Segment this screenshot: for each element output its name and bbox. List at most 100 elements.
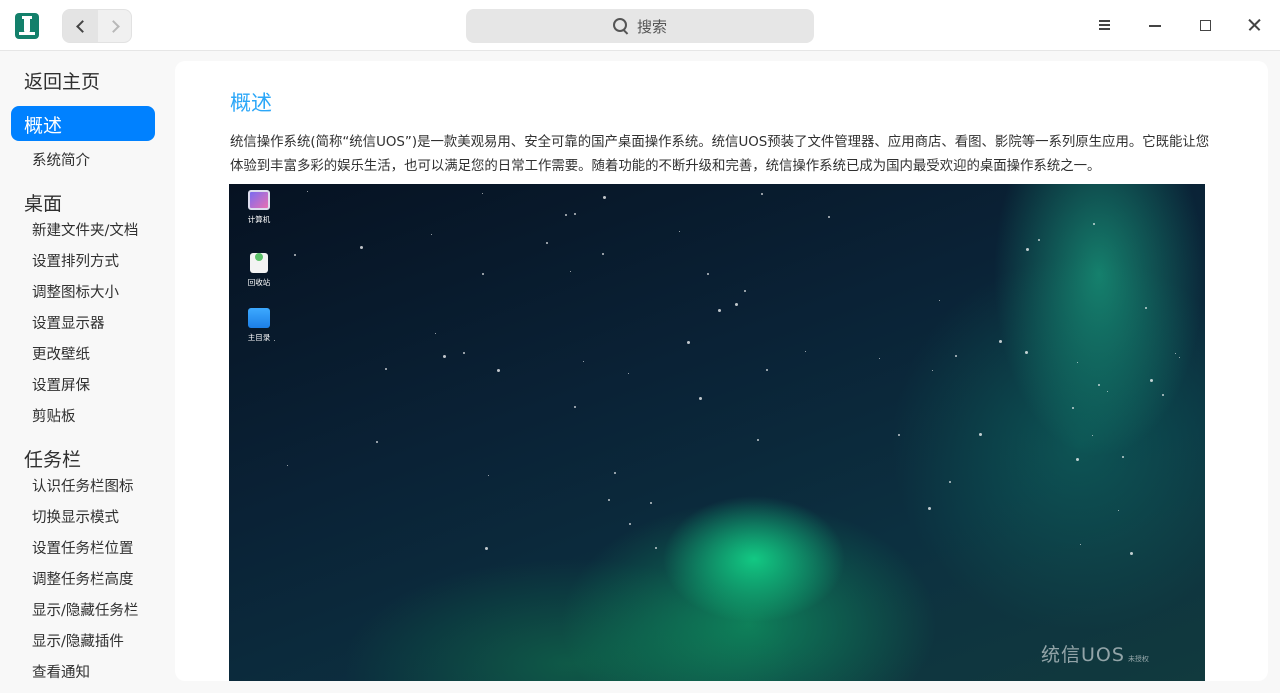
star [1072, 407, 1074, 409]
search-box[interactable]: 搜索 [466, 9, 814, 43]
star [655, 547, 657, 549]
sidebar-item-2[interactable]: 新建文件夹/文档 [32, 219, 138, 240]
desktop-icon-computer: 计算机 [239, 190, 279, 225]
star [1175, 353, 1176, 354]
uos-watermark: 统信UOS 未授权 [1041, 640, 1149, 667]
chevron-right-icon [107, 19, 120, 33]
star [463, 352, 465, 354]
maximize-icon[interactable] [1193, 13, 1217, 37]
title-bar: 搜索 [0, 0, 1280, 51]
star [757, 439, 759, 441]
sidebar-section-1[interactable]: 桌面 [24, 189, 62, 216]
star [761, 193, 763, 195]
app-lighthouse-icon[interactable] [15, 13, 39, 39]
star [1025, 351, 1028, 354]
star [805, 351, 806, 352]
star [744, 290, 746, 292]
desktop-icon-trash: 回收站 [239, 248, 279, 288]
sidebar-item-13[interactable]: 调整任务栏高度 [32, 568, 134, 589]
watermark-badge: 未授权 [1127, 655, 1149, 663]
star [294, 254, 296, 256]
sidebar-item-4[interactable]: 调整图标大小 [32, 281, 119, 302]
forward-button[interactable] [98, 10, 131, 42]
star [1122, 456, 1124, 458]
desktop-screenshot: 计算机 回收站 主目录 统信UOS 未授权 [229, 184, 1205, 681]
star [443, 355, 446, 358]
sidebar-item-16[interactable]: 查看通知 [32, 661, 90, 682]
star [287, 465, 288, 466]
page-title: 概述 [230, 91, 272, 115]
star [602, 253, 604, 255]
sidebar-item-0[interactable]: 系统简介 [32, 149, 90, 170]
star [1179, 357, 1180, 358]
sidebar-item-3[interactable]: 设置排列方式 [32, 250, 119, 271]
watermark-text: 统信UOS [1041, 644, 1125, 666]
sidebar-item-5[interactable]: 设置显示器 [32, 312, 105, 333]
star [1076, 458, 1079, 461]
sidebar-item-overview[interactable]: 概述 [11, 106, 155, 141]
star [1080, 544, 1081, 545]
star [614, 472, 616, 474]
star [828, 216, 830, 218]
star [1118, 510, 1119, 511]
minimize-icon[interactable] [1143, 13, 1167, 37]
star [932, 370, 933, 371]
sidebar-item-14[interactable]: 显示/隐藏任务栏 [32, 599, 138, 620]
star [1092, 435, 1093, 436]
star [928, 507, 931, 510]
content-card: 概述 统信操作系统(简称“统信UOS”)是一款美观易用、安全可靠的国产桌面操作系… [175, 61, 1268, 681]
back-button[interactable] [63, 10, 98, 42]
desktop-icon-label: 主目录 [247, 333, 271, 342]
star [574, 406, 576, 408]
star [431, 234, 432, 235]
back-home-link[interactable]: 返回主页 [24, 67, 100, 94]
star [360, 246, 363, 249]
star [1077, 362, 1078, 363]
navigation-buttons [62, 9, 132, 43]
sidebar-item-15[interactable]: 显示/隐藏插件 [32, 630, 124, 651]
star [650, 502, 652, 504]
star [565, 214, 567, 216]
star [879, 358, 880, 359]
star [574, 213, 576, 215]
star [488, 475, 489, 476]
star [1145, 307, 1147, 309]
sidebar-item-6[interactable]: 更改壁纸 [32, 343, 90, 364]
star [1098, 384, 1100, 386]
star [687, 341, 690, 344]
star [1130, 552, 1133, 555]
star [1038, 239, 1040, 241]
star [718, 309, 721, 312]
star [766, 369, 768, 371]
trash-icon [250, 253, 268, 273]
search-placeholder: 搜索 [636, 17, 667, 36]
star [1162, 394, 1164, 396]
star [679, 231, 680, 232]
computer-icon [248, 190, 270, 210]
star [939, 300, 940, 301]
menu-icon[interactable] [1093, 13, 1117, 37]
star [949, 481, 951, 483]
close-icon[interactable] [1242, 13, 1266, 37]
star [603, 196, 606, 199]
star [376, 441, 378, 443]
desktop-icon-label: 计算机 [247, 215, 271, 224]
chevron-left-icon [76, 19, 89, 33]
sidebar-item-11[interactable]: 切换显示模式 [32, 506, 119, 527]
sidebar-item-12[interactable]: 设置任务栏位置 [32, 537, 134, 558]
sidebar-item-10[interactable]: 认识任务栏图标 [32, 475, 134, 496]
star [482, 193, 483, 194]
sidebar-item-8[interactable]: 剪贴板 [32, 405, 76, 426]
sidebar-section-9[interactable]: 任务栏 [24, 445, 81, 472]
star [435, 333, 436, 334]
desktop-icon-home: 主目录 [239, 308, 279, 343]
desktop-icon-label: 回收站 [247, 278, 271, 287]
star [1107, 391, 1108, 392]
star [735, 303, 738, 306]
star [307, 191, 308, 192]
star [1093, 223, 1095, 225]
sidebar-item-7[interactable]: 设置屏保 [32, 374, 90, 395]
star [482, 273, 484, 275]
star [546, 242, 548, 244]
star [979, 433, 982, 436]
